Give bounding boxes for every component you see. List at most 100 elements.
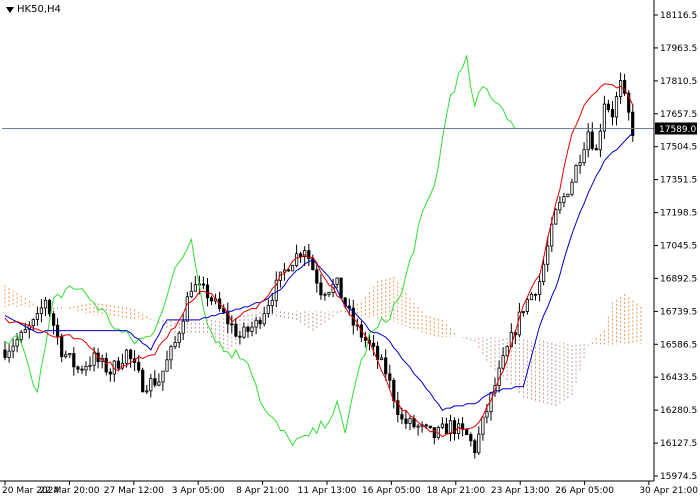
candle-body-down bbox=[104, 357, 108, 373]
candle-body-down bbox=[590, 131, 594, 149]
candle-body-up bbox=[15, 339, 19, 347]
candle-body-down bbox=[400, 414, 404, 420]
candle-body-up bbox=[485, 411, 489, 418]
candle-body-up bbox=[578, 162, 582, 166]
candle-body-up bbox=[165, 359, 169, 372]
candle-body-up bbox=[501, 355, 505, 369]
x-tick-label: 18 Apr 21:00 bbox=[426, 486, 485, 496]
candle-body-up bbox=[529, 293, 534, 300]
candle-body-up bbox=[505, 346, 509, 357]
candle-body-down bbox=[230, 323, 234, 326]
candle-body-up bbox=[169, 346, 173, 361]
x-tick-label: 27 Mar 12:00 bbox=[104, 486, 164, 496]
x-tick-label: 16 Apr 05:00 bbox=[362, 486, 421, 496]
candle-body-up bbox=[481, 416, 485, 435]
y-tick-label: 17198.5 bbox=[660, 209, 697, 219]
candle-body-up bbox=[582, 149, 586, 164]
candle-body-up bbox=[525, 299, 530, 312]
candle-body-down bbox=[371, 342, 376, 347]
candle-body-up bbox=[521, 311, 526, 313]
y-tick-label: 16127.5 bbox=[660, 439, 697, 449]
x-tick-label: 8 Apr 21:00 bbox=[236, 486, 289, 496]
y-tick-label: 16892.5 bbox=[660, 274, 697, 284]
candle-body-down bbox=[315, 269, 319, 284]
x-tick-label: 11 Apr 13:00 bbox=[298, 486, 357, 496]
ichimoku-chart: 18116.5 17963.5 17810.5 17657.5 17504.5 17351… bbox=[0, 0, 700, 500]
candle-body-up bbox=[558, 201, 562, 211]
candle-body-up bbox=[262, 313, 266, 325]
candle-body-down bbox=[469, 434, 473, 442]
candle-body-up bbox=[562, 196, 566, 203]
candle-body-down bbox=[76, 366, 80, 370]
candle-body-down bbox=[72, 353, 76, 368]
candle-body-up bbox=[177, 332, 181, 344]
candle-body-down bbox=[610, 109, 615, 118]
candle-body-up bbox=[92, 352, 96, 366]
candle-body-up bbox=[598, 130, 602, 151]
candle-body-up bbox=[619, 80, 623, 98]
candle-body-down bbox=[52, 313, 56, 326]
candle-body-up bbox=[43, 299, 48, 309]
candle-body-up bbox=[570, 181, 574, 195]
candle-body-up bbox=[335, 277, 339, 285]
candle-body-down bbox=[141, 369, 145, 393]
candle-body-down bbox=[137, 362, 141, 371]
candle-body-up bbox=[124, 349, 129, 364]
candle-body-down bbox=[60, 335, 64, 358]
candle-body-up bbox=[23, 329, 27, 333]
candle-body-up bbox=[602, 103, 607, 132]
candle-body-down bbox=[428, 425, 432, 429]
x-tick-label: 22 Mar 20:00 bbox=[39, 486, 99, 496]
candle-body-up bbox=[161, 370, 165, 383]
candle-body-down bbox=[412, 418, 416, 428]
candle-body-up bbox=[294, 253, 299, 266]
candle-body-up bbox=[327, 292, 331, 295]
dropdown-triangle-icon[interactable] bbox=[6, 6, 14, 13]
candle-body-up bbox=[448, 420, 453, 435]
candle-body-up bbox=[145, 390, 149, 393]
candle-body-down bbox=[209, 297, 214, 302]
x-tick-label: 26 Apr 05:00 bbox=[555, 486, 614, 496]
x-tick-label: 30 Apr 21:00 bbox=[639, 486, 698, 496]
candle-body-down bbox=[3, 349, 7, 358]
candle-body-down bbox=[258, 319, 262, 325]
candle-body-up bbox=[538, 281, 542, 295]
candle-body-up bbox=[11, 345, 15, 352]
candle-body-down bbox=[108, 371, 112, 375]
symbol-title: HK50,H4 bbox=[17, 4, 61, 15]
candle-body-up bbox=[250, 326, 254, 332]
x-tick-label: 3 Apr 05:00 bbox=[172, 486, 225, 496]
candle-body-down bbox=[465, 428, 469, 436]
candle-body-up bbox=[323, 293, 327, 296]
y-tick-label: 17963.5 bbox=[660, 44, 697, 54]
candle-body-up bbox=[416, 425, 420, 428]
y-tick-label: 15974.5 bbox=[660, 472, 697, 482]
candle-body-up bbox=[88, 364, 92, 367]
y-tick-label: 16586.5 bbox=[660, 340, 697, 350]
candle-body-up bbox=[149, 378, 153, 392]
candle-body-down bbox=[444, 423, 449, 435]
chart-area[interactable]: 18116.5 17963.5 17810.5 17657.5 17504.5 17351… bbox=[0, 0, 700, 500]
candle-body-up bbox=[566, 193, 570, 197]
candle-body-down bbox=[594, 148, 598, 151]
candle-body-down bbox=[460, 423, 465, 430]
candle-body-down bbox=[238, 335, 242, 338]
candle-body-down bbox=[533, 293, 538, 296]
candle-body-up bbox=[68, 353, 72, 356]
candle-body-down bbox=[404, 418, 408, 424]
current-price-label: 17589.0 bbox=[659, 125, 696, 135]
candle-body-down bbox=[339, 277, 343, 299]
candle-body-up bbox=[477, 433, 481, 454]
candle-body-up bbox=[35, 313, 40, 320]
candle-body-up bbox=[31, 319, 35, 327]
candle-body-up bbox=[39, 307, 44, 314]
y-tick-label: 16433.5 bbox=[660, 373, 697, 383]
candle-body-down bbox=[47, 299, 52, 315]
candle-body-down bbox=[80, 368, 84, 371]
candle-body-down bbox=[201, 283, 206, 286]
symbol-label[interactable]: HK50,H4 bbox=[6, 4, 61, 15]
candle-body-up bbox=[270, 299, 274, 306]
candle-body-down bbox=[384, 357, 388, 375]
candle-body-up bbox=[574, 165, 578, 183]
candle-body-down bbox=[153, 378, 157, 386]
